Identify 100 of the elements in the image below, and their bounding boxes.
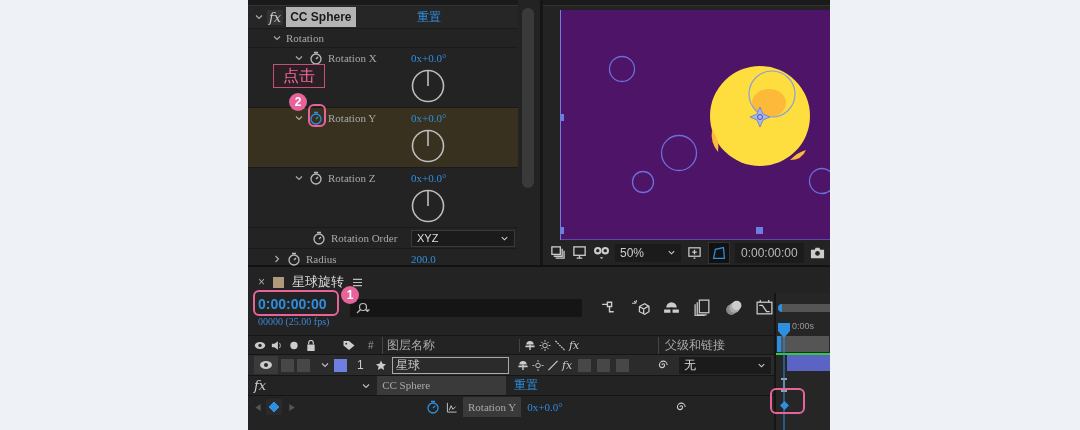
sun-icon[interactable] — [539, 339, 551, 351]
light-cube-icon[interactable] — [631, 299, 650, 316]
property-value[interactable]: 0x+0.0° — [527, 401, 563, 413]
eye-icon[interactable] — [254, 356, 278, 374]
stopwatch-icon[interactable] — [309, 51, 323, 65]
film-frames-icon[interactable] — [693, 299, 712, 316]
chevron-down-icon[interactable] — [294, 113, 304, 123]
circle-outline[interactable] — [631, 170, 655, 194]
zoom-dropdown[interactable]: 50% — [615, 243, 681, 262]
parent-dropdown[interactable]: 无 — [679, 356, 771, 374]
layer-number: 1 — [357, 358, 365, 372]
effect-name[interactable]: CC Sphere — [377, 376, 507, 395]
comp-tab[interactable]: 星球旋转 — [292, 273, 344, 291]
switch-box[interactable] — [297, 358, 310, 372]
chevron-right-icon[interactable] — [272, 253, 282, 264]
angle-value[interactable]: 0x+0.0° — [411, 112, 447, 124]
rotation-order-dropdown[interactable]: XYZ — [411, 229, 515, 247]
chevron-down-icon[interactable] — [320, 360, 330, 370]
lock-icon[interactable] — [305, 339, 317, 351]
angle-dial[interactable] — [411, 69, 445, 103]
grid-icon[interactable] — [686, 245, 703, 260]
camera-icon[interactable] — [808, 245, 826, 260]
property-label: Radius — [306, 252, 337, 265]
layers-icon[interactable] — [549, 245, 566, 260]
column-header[interactable]: # — [368, 339, 382, 351]
effect-name[interactable]: CC Sphere — [286, 7, 356, 27]
reset-link[interactable]: 重置 — [514, 377, 539, 394]
switch-box[interactable] — [616, 358, 630, 372]
quality-slash-icon[interactable] — [554, 339, 566, 351]
monitor-icon[interactable] — [571, 245, 588, 260]
shy-icon[interactable] — [517, 359, 529, 371]
spheres-icon[interactable] — [724, 299, 743, 316]
fx-icon[interactable]: fx — [267, 9, 284, 25]
angle-value[interactable]: 0x+0.0° — [411, 52, 447, 64]
highlight-ring — [770, 388, 805, 414]
search-field[interactable] — [350, 299, 582, 317]
tag-icon[interactable] — [342, 339, 356, 351]
chevron-down-icon[interactable] — [254, 12, 264, 22]
angle-value[interactable]: 0x+0.0° — [411, 172, 447, 184]
close-icon[interactable]: × — [258, 275, 265, 289]
search-icon — [354, 302, 370, 314]
current-time-display[interactable]: 0:00:00:00 — [258, 296, 327, 312]
circle-outline[interactable] — [808, 167, 830, 195]
reset-link[interactable]: 重置 — [416, 8, 441, 26]
stopwatch-icon[interactable] — [309, 171, 323, 185]
menu-icon[interactable] — [352, 277, 363, 287]
column-header[interactable]: 父级和链接 — [658, 336, 725, 354]
circle-outline[interactable] — [608, 55, 636, 83]
quality-slash-icon[interactable] — [547, 359, 559, 371]
property-label: Rotation Order — [331, 232, 398, 244]
ruler-label: 0:00s — [792, 321, 815, 331]
frame-info: 00000 (25.00 fps) — [258, 316, 331, 327]
mask-path-icon[interactable] — [708, 241, 730, 264]
solo-dot-icon[interactable] — [288, 339, 300, 351]
glasses-icon[interactable] — [593, 245, 610, 260]
layer-color-swatch[interactable] — [334, 358, 347, 372]
stopwatch-icon[interactable] — [287, 251, 301, 266]
fx-icon[interactable]: fx — [562, 358, 573, 372]
anchor-point-icon — [749, 106, 771, 128]
graph-editor-icon[interactable] — [755, 299, 774, 316]
star-icon — [375, 359, 387, 371]
layer-name-field[interactable]: 星球 — [392, 356, 509, 374]
number-value[interactable]: 200.0 — [411, 252, 436, 265]
timecode-display[interactable]: 0:00:00:00 — [735, 242, 804, 263]
chevron-down-icon[interactable] — [272, 33, 282, 43]
stopwatch-icon[interactable] — [426, 400, 440, 414]
chevron-down-icon[interactable] — [294, 53, 304, 63]
switch-box[interactable] — [597, 358, 611, 372]
speaker-icon[interactable] — [271, 339, 283, 351]
switch-box[interactable] — [281, 358, 294, 372]
shy-icon[interactable] — [524, 339, 536, 351]
graph-icon[interactable] — [446, 401, 458, 413]
stopwatch-icon[interactable] — [312, 231, 326, 245]
eye-icon[interactable] — [254, 339, 266, 351]
column-header[interactable]: 图层名称 — [382, 336, 519, 354]
selection-handle — [756, 227, 763, 234]
angle-dial[interactable] — [411, 189, 445, 223]
motion-blur-icon[interactable] — [662, 299, 681, 316]
playhead[interactable] — [777, 323, 791, 430]
circle-outline[interactable] — [660, 134, 698, 172]
callout-label: 点击 — [273, 64, 325, 88]
fx-icon[interactable]: fx — [569, 338, 580, 352]
caret-down-icon — [667, 248, 676, 257]
property-label: Rotation Y — [328, 112, 377, 124]
highlight-ring — [308, 104, 326, 127]
property-label: Rotation — [286, 32, 324, 44]
fx-icon[interactable]: fx — [254, 378, 267, 393]
property-label: Rotation Z — [328, 172, 376, 184]
switch-box[interactable] — [578, 358, 592, 372]
property-name[interactable]: Rotation Y — [463, 397, 522, 417]
sun-icon[interactable] — [532, 359, 544, 371]
composition-canvas[interactable] — [560, 10, 830, 240]
keyframe-toggle-icon[interactable] — [266, 399, 282, 415]
chevron-down-icon[interactable] — [294, 173, 304, 183]
angle-dial[interactable] — [411, 129, 445, 163]
selection-handle — [560, 114, 564, 121]
stopwatch-icon[interactable] — [309, 111, 323, 125]
text-cursor-icon — [780, 377, 788, 392]
keyframe-icon[interactable] — [780, 400, 789, 410]
comp-color-swatch — [273, 276, 284, 288]
